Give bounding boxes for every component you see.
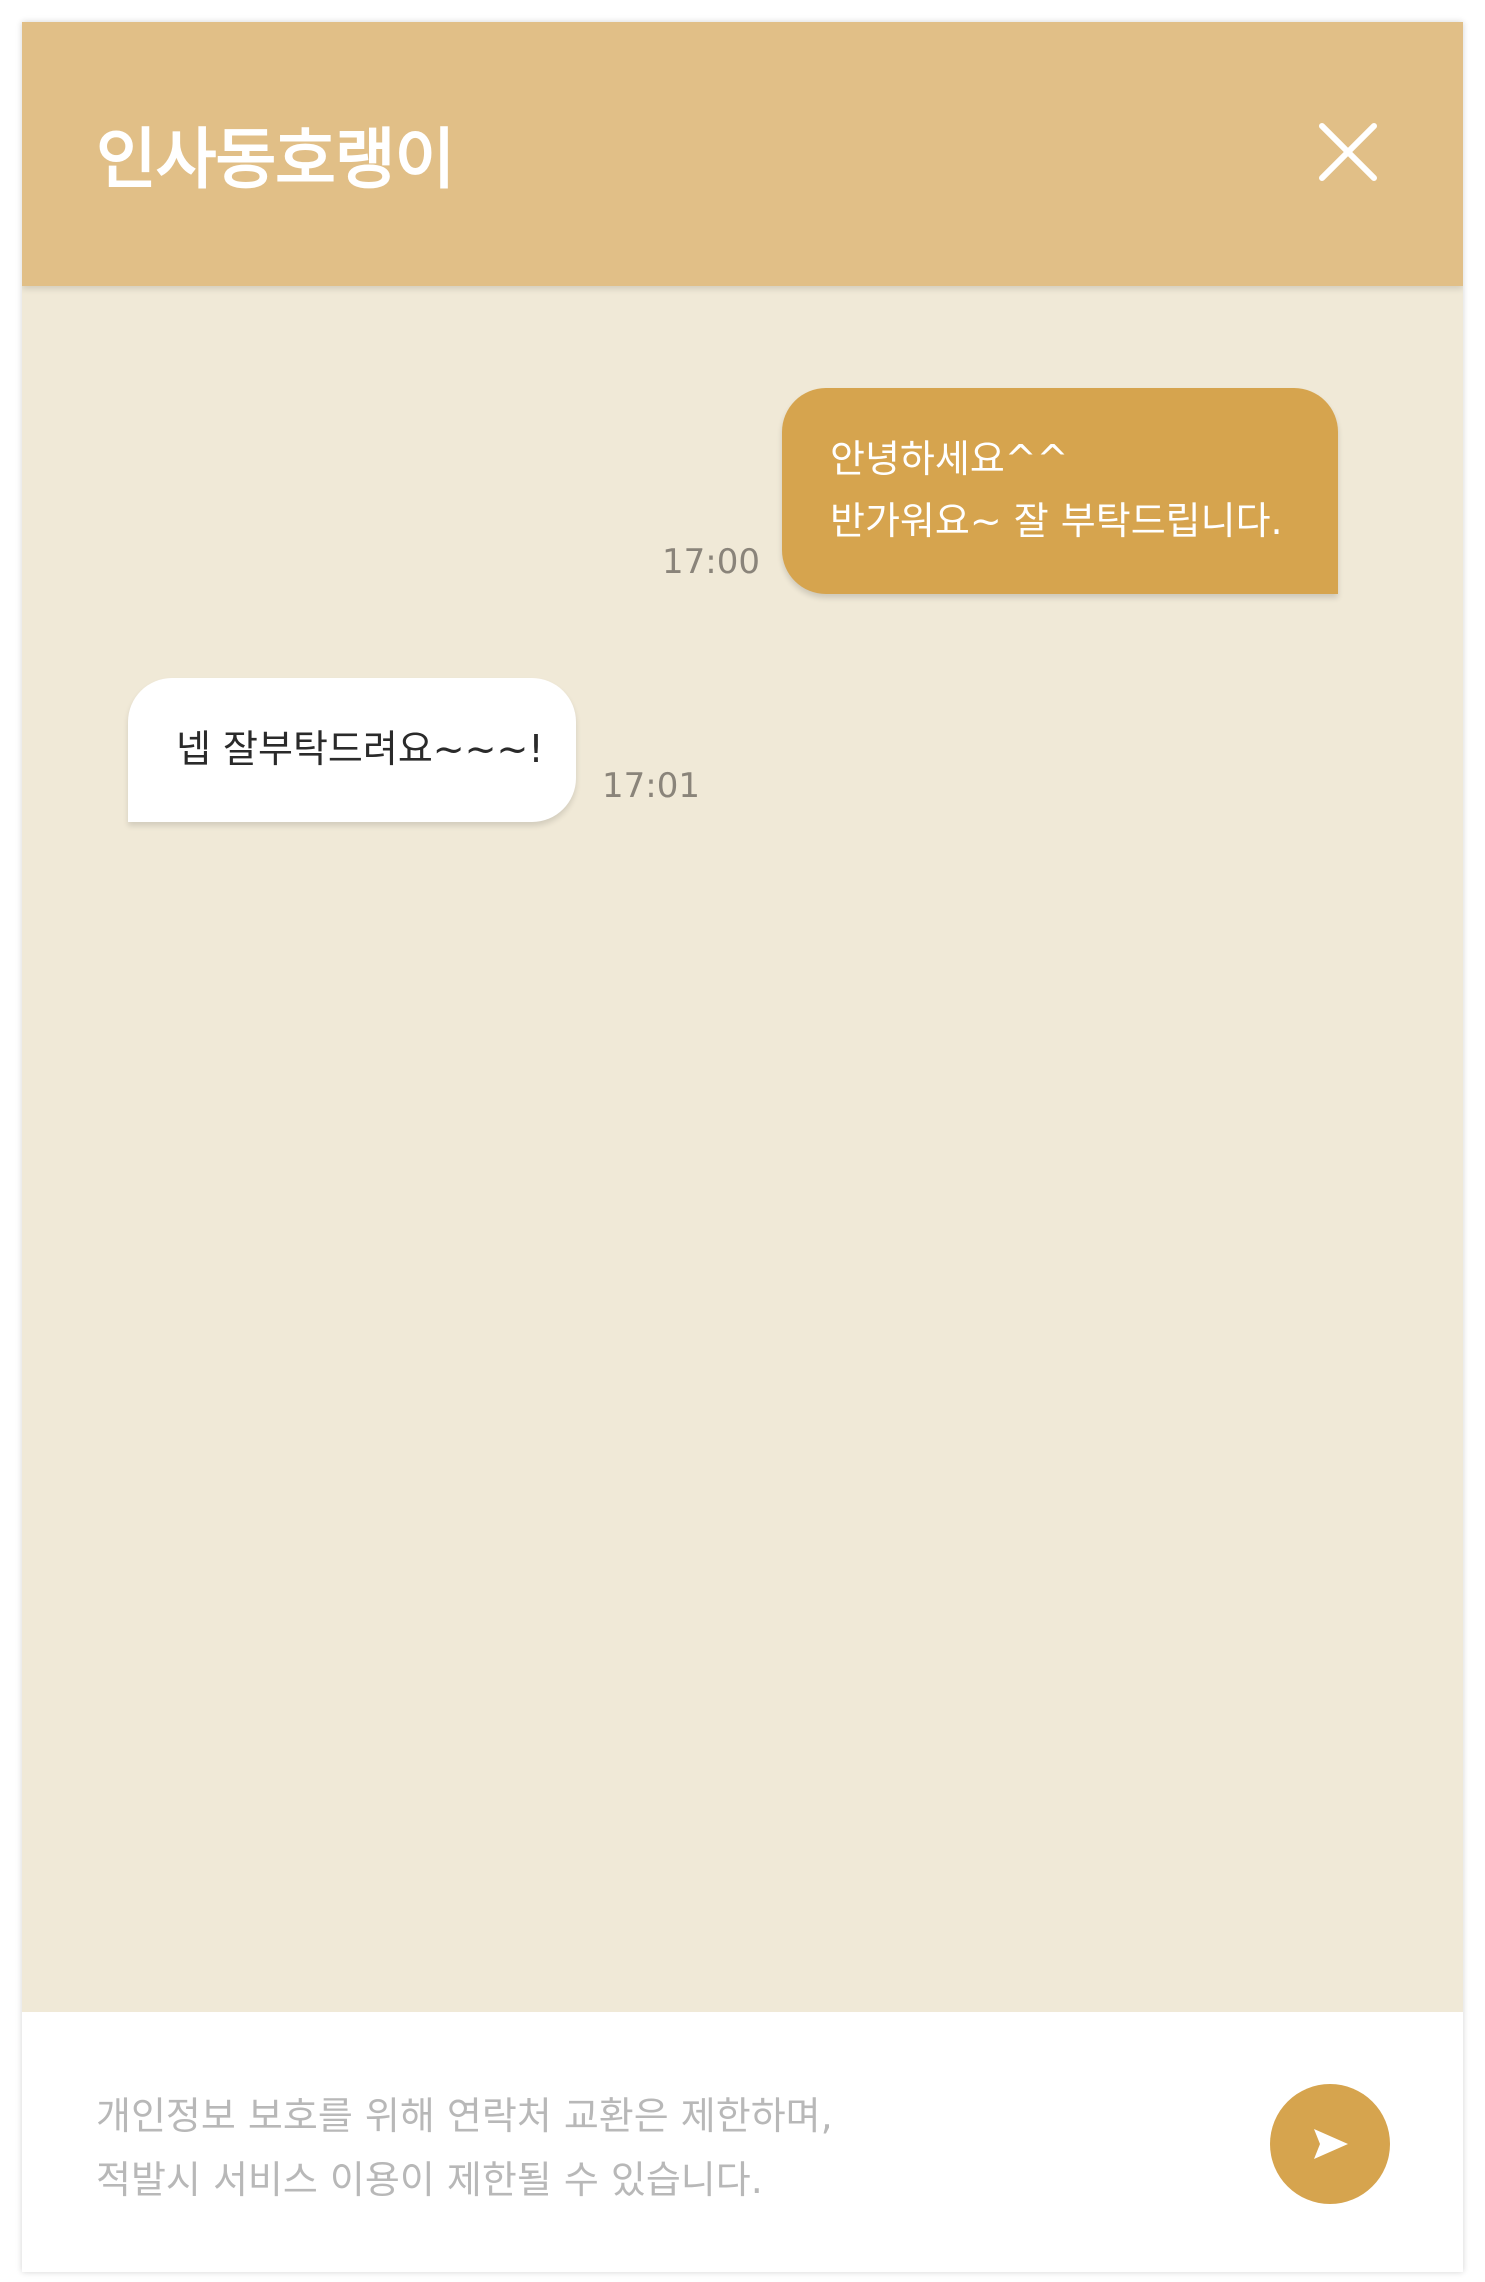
chat-window: 인사동호랭이 안녕하세요^^ 반가워요~ 잘 부탁드립니다. 17:00 넵 잘… (22, 22, 1463, 2272)
placeholder-line: 개인정보 보호를 위해 연락처 교환은 제한하며, (96, 2094, 833, 2138)
close-button[interactable] (1312, 116, 1384, 188)
message-timestamp: 17:01 (602, 766, 700, 806)
close-icon (1319, 123, 1377, 181)
chat-header: 인사동호랭이 (22, 22, 1463, 286)
message-composer: 개인정보 보호를 위해 연락처 교환은 제한하며, 적발시 서비스 이용이 제한… (22, 2012, 1463, 2272)
message-text-line: 반가워요~ 잘 부탁드립니다. (830, 499, 1283, 543)
message-list[interactable]: 안녕하세요^^ 반가워요~ 잘 부탁드립니다. 17:00 넵 잘부탁드려요~~… (22, 286, 1463, 2034)
placeholder-line: 적발시 서비스 이용이 제한될 수 있습니다. (96, 2158, 763, 2202)
message-timestamp: 17:00 (662, 542, 760, 582)
outgoing-message-bubble: 안녕하세요^^ 반가워요~ 잘 부탁드립니다. (782, 388, 1338, 594)
message-text-line: 안녕하세요^^ (830, 437, 1069, 481)
send-button[interactable] (1270, 2084, 1390, 2204)
incoming-message-bubble: 넵 잘부탁드려요~~~! (128, 678, 576, 822)
message-text-line: 넵 잘부탁드려요~~~! (176, 727, 544, 771)
message-input[interactable]: 개인정보 보호를 위해 연락처 교환은 제한하며, 적발시 서비스 이용이 제한… (96, 2084, 833, 2212)
send-icon (1314, 2129, 1348, 2159)
chat-title: 인사동호랭이 (96, 121, 455, 198)
